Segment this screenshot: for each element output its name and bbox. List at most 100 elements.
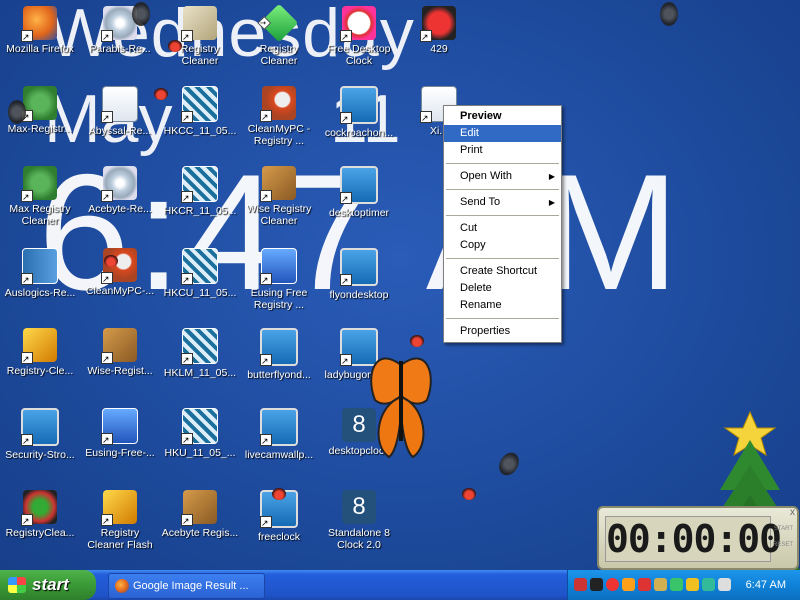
desktop-icon-hkcu[interactable]: HKCU_11_05... bbox=[161, 248, 239, 299]
desktop-icon-auslogics[interactable]: Auslogics-Re... bbox=[1, 248, 79, 299]
icon-label: Max-Registr... bbox=[7, 123, 73, 135]
desktop-icon-cleanmypc[interactable]: CleanMyPC-... bbox=[81, 248, 159, 297]
registry-file-icon bbox=[181, 408, 218, 446]
icon-label: desktoptimer bbox=[328, 207, 390, 219]
desktop-icon-hkcr[interactable]: HKCR_11_05... bbox=[161, 166, 239, 217]
icon-label: flyondesktop bbox=[329, 289, 389, 301]
menu-item-send-to-label: Send To bbox=[460, 196, 501, 208]
icon-label: HKCC_11_05... bbox=[163, 125, 237, 137]
icon-label: Acebyte-Re... bbox=[88, 203, 152, 215]
desktop-icon-registry-cleaner[interactable]: Registry Cleaner bbox=[161, 6, 239, 67]
icon-label: HKCR_11_05... bbox=[163, 205, 237, 217]
icon-label: RegistryClea... bbox=[5, 527, 75, 539]
desktop-icon-butterflyond[interactable]: butterflyond... bbox=[240, 328, 318, 381]
fly-icon bbox=[132, 2, 150, 26]
menu-item-create-shortcut[interactable]: Create Shortcut bbox=[444, 263, 561, 280]
desktop-icon-registry-cleaner-2[interactable]: Registry Cleaner bbox=[240, 3, 318, 67]
menu-item-cut[interactable]: Cut bbox=[444, 220, 561, 237]
tray-icon-clock[interactable] bbox=[606, 578, 619, 591]
tray-icon-tree[interactable] bbox=[702, 578, 715, 591]
desktop-icon-firefox[interactable]: Mozilla Firefox bbox=[1, 6, 79, 55]
desktop-icon-hku[interactable]: HKU_11_05_... bbox=[161, 408, 239, 459]
desktop-icon-abyssal[interactable]: Abyssal-Re... bbox=[81, 86, 159, 137]
windows-flag-icon bbox=[8, 577, 26, 593]
menu-item-copy[interactable]: Copy bbox=[444, 237, 561, 254]
icon-label: Eusing Free Registry ... bbox=[250, 287, 308, 311]
registry-file-icon bbox=[181, 248, 218, 286]
magnifier-icon bbox=[260, 86, 296, 123]
start-label: start bbox=[32, 575, 69, 594]
desktop-icon-eusing-free-registry[interactable]: Eusing Free Registry ... bbox=[240, 248, 318, 311]
gear-icon bbox=[21, 86, 57, 123]
tray-icon-butterfly[interactable] bbox=[622, 578, 635, 591]
icon-label: HKU_11_05_... bbox=[164, 447, 236, 459]
desktop-icon-security-stro[interactable]: Security-Stro... bbox=[1, 408, 79, 461]
menu-separator bbox=[446, 318, 559, 319]
menu-item-properties[interactable]: Properties bbox=[444, 323, 561, 340]
tray-icon-bug[interactable] bbox=[638, 578, 651, 591]
menu-item-edit[interactable]: Edit bbox=[444, 125, 561, 142]
desktop[interactable]: Wednesday May 11 6:47 AM Mozilla Firefox… bbox=[0, 0, 800, 570]
menu-item-preview[interactable]: Preview bbox=[444, 108, 561, 125]
tray-icon-fly[interactable] bbox=[590, 578, 603, 591]
icon-label: Registry Cleaner Flash bbox=[87, 527, 153, 551]
desktop-icon-registryclea[interactable]: RegistryClea... bbox=[1, 490, 79, 539]
desktop-icon-flyondesktop[interactable]: flyondesktop bbox=[320, 248, 398, 301]
timer-reset-button[interactable]: RESET bbox=[773, 542, 793, 548]
desktop-icon-acebyte-regis[interactable]: Acebyte Regis... bbox=[161, 490, 239, 539]
desktop-icon-standalone-8-clock[interactable]: 8 Standalone 8 Clock 2.0 bbox=[320, 490, 398, 551]
registry-icon bbox=[181, 6, 217, 43]
desktop-icon-free-desktop-clock[interactable]: Free Desktop Clock bbox=[320, 6, 398, 67]
tray-icon-ladybug[interactable] bbox=[574, 578, 587, 591]
taskbar-item-label: Google Image Result ... bbox=[133, 580, 249, 592]
tray-icon-star[interactable] bbox=[686, 578, 699, 591]
desktop-icon-acebyte-re[interactable]: Acebyte-Re... bbox=[81, 166, 159, 215]
menu-item-send-to[interactable]: Send To ▶ bbox=[444, 194, 561, 211]
desktop-icon-livecamwallp[interactable]: livecamwallp... bbox=[240, 408, 318, 461]
timer-start-button[interactable]: START bbox=[774, 526, 793, 532]
icon-label: Standalone 8 Clock 2.0 bbox=[328, 527, 390, 551]
ladybug-icon bbox=[154, 88, 168, 100]
registry-file-icon bbox=[181, 328, 218, 366]
butterfly-icon bbox=[370, 357, 432, 459]
installer-icon bbox=[21, 408, 59, 447]
desktop-icon-hklm[interactable]: HKLM_11_05... bbox=[161, 328, 239, 379]
submenu-arrow-icon: ▶ bbox=[548, 172, 555, 181]
menu-item-delete[interactable]: Delete bbox=[444, 280, 561, 297]
desktop-icon-wise-regist[interactable]: Wise-Regist... bbox=[81, 328, 159, 377]
desktop-icon-wise-registry-cleaner[interactable]: Wise Registry Cleaner bbox=[240, 166, 318, 227]
desktop-icon-registry-cleaner-flash[interactable]: Registry Cleaner Flash bbox=[81, 490, 159, 551]
tray-icon-registry[interactable] bbox=[654, 578, 667, 591]
registry-cleaner-icon bbox=[21, 490, 57, 527]
menu-item-print[interactable]: Print bbox=[444, 142, 561, 159]
start-button[interactable]: start bbox=[0, 570, 96, 600]
menu-item-rename[interactable]: Rename bbox=[444, 297, 561, 314]
icon-label: livecamwallp... bbox=[244, 449, 314, 461]
taskbar-clock[interactable]: 6:47 AM bbox=[746, 570, 786, 600]
gear-icon bbox=[21, 166, 57, 203]
menu-item-open-with[interactable]: Open With ▶ bbox=[444, 168, 561, 185]
timer-close-button[interactable]: x bbox=[790, 507, 795, 518]
tray-icon-volume[interactable] bbox=[718, 578, 731, 591]
desktop-icon-max-registry-cleaner[interactable]: Max Registry Cleaner bbox=[1, 166, 79, 227]
desktop-icon-429[interactable]: 429 bbox=[400, 6, 478, 55]
timer-widget[interactable]: 00:00:00 x START RESET bbox=[597, 506, 799, 570]
menu-separator bbox=[446, 163, 559, 164]
acebyte-icon bbox=[181, 490, 217, 527]
desktop-icon-hkcc[interactable]: HKCC_11_05... bbox=[161, 86, 239, 137]
taskbar-item-firefox[interactable]: Google Image Result ... bbox=[108, 573, 265, 599]
icon-label: Eusing-Free-... bbox=[85, 447, 155, 459]
icon-label: Auslogics-Re... bbox=[4, 287, 76, 299]
desktop-icon-registry-cle[interactable]: Registry-Cle... bbox=[1, 328, 79, 377]
desktop-icon-eusing-free[interactable]: Eusing-Free-... bbox=[81, 408, 159, 459]
bolt-icon bbox=[21, 328, 57, 365]
icon-label: HKCU_11_05... bbox=[163, 287, 237, 299]
icon-label: CleanMyPC - Registry ... bbox=[247, 123, 311, 147]
tray-icon-green[interactable] bbox=[670, 578, 683, 591]
desktop-icon-desktoptimer[interactable]: desktoptimer bbox=[320, 166, 398, 219]
icon-label: Registry Cleaner bbox=[259, 43, 299, 67]
icon-label: butterflyond... bbox=[247, 369, 311, 381]
desktop-icon-cleanmypc-registry[interactable]: CleanMyPC - Registry ... bbox=[240, 86, 318, 147]
desktop-icon-cockroachon[interactable]: cockroachon... bbox=[320, 86, 398, 139]
registry-file-icon bbox=[181, 166, 218, 204]
